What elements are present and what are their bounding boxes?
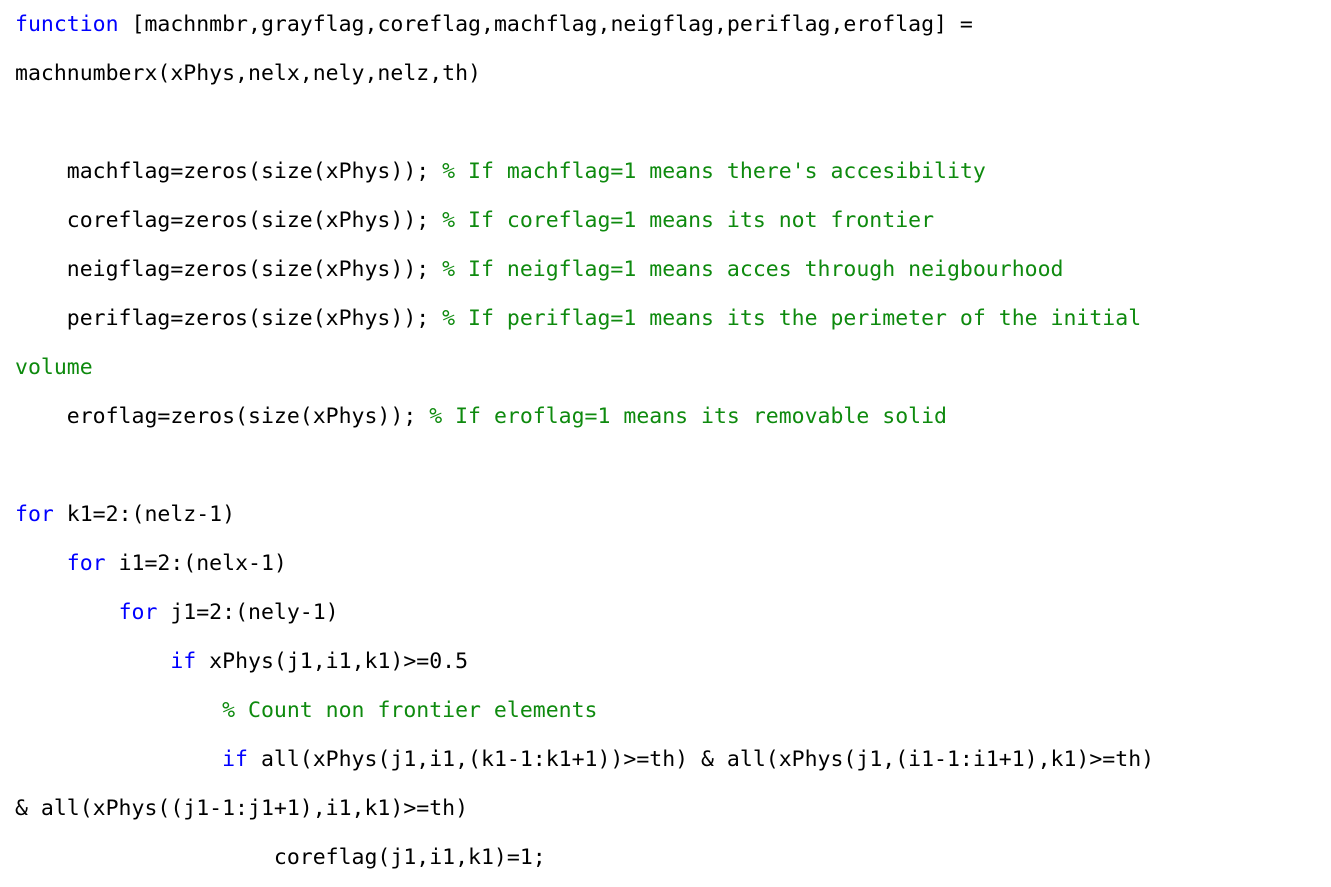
code-line: if all(xPhys(j1,i1,(k1-1:k1+1))>=th) & a… [0,735,1331,784]
code-line: function [machnmbr,grayflag,coreflag,mac… [0,0,1331,49]
code-token-plain: machflag=zeros(size(xPhys)); [15,159,443,184]
code-token-plain: xPhys(j1,i1,k1)>=0.5 [196,649,469,674]
code-line: neigflag=zeros(size(xPhys)); % If neigfl… [0,245,1331,294]
code-token-keyword: function [15,12,119,37]
code-token-comment: % If neigflag=1 means acces through neig… [442,257,1064,282]
code-token-plain: machnumberx(xPhys,nelx,nely,nelz,th) [15,61,481,86]
code-line: volume [0,343,1331,392]
code-token-comment: % If eroflag=1 means its removable solid [429,404,947,429]
code-token-plain: [machnmbr,grayflag,coreflag,machflag,nei… [118,12,973,37]
code-token-plain: all(xPhys(j1,i1,(k1-1:k1+1))>=th) & all(… [248,747,1155,772]
code-line: % Count non frontier elements [0,686,1331,735]
code-token-keyword: if [170,649,197,674]
code-token-comment: % Count non frontier elements [222,698,598,723]
code-line [0,441,1331,490]
code-token-plain: neigflag=zeros(size(xPhys)); [15,257,443,282]
code-line: periflag=zeros(size(xPhys)); % If perifl… [0,294,1331,343]
code-listing[interactable]: function [machnmbr,grayflag,coreflag,mac… [0,0,1331,887]
code-token-plain: coreflag(j1,i1,k1)=1; [15,845,546,870]
code-token-plain: coreflag=zeros(size(xPhys)); [15,208,443,233]
code-line: coreflag=zeros(size(xPhys)); % If corefl… [0,196,1331,245]
code-token-comment: volume [15,355,93,380]
code-line: eroflag=zeros(size(xPhys)); % If eroflag… [0,392,1331,441]
code-line: for k1=2:(nelz-1) [0,490,1331,539]
code-token-keyword: for [118,600,158,625]
code-line: for j1=2:(nely-1) [0,588,1331,637]
code-line: machnumberx(xPhys,nelx,nely,nelz,th) [0,49,1331,98]
code-token-plain: j1=2:(nely-1) [157,600,339,625]
code-line: for i1=2:(nelx-1) [0,539,1331,588]
code-line: & all(xPhys((j1-1:j1+1),i1,k1)>=th) [0,784,1331,833]
code-token-comment: % If machflag=1 means there's accesibili… [442,159,986,184]
code-line [0,98,1331,147]
code-line: coreflag(j1,i1,k1)=1; [0,833,1331,882]
code-token-comment: % If coreflag=1 means its not frontier [442,208,935,233]
code-token-plain: & all(xPhys((j1-1:j1+1),i1,k1)>=th) [15,796,469,821]
code-token-plain: k1=2:(nelz-1) [53,502,236,527]
code-token-plain: i1=2:(nelx-1) [105,551,287,576]
code-token-keyword: for [66,551,106,576]
code-token-keyword: if [222,747,248,772]
code-token-comment: % If periflag=1 means its the perimeter … [442,306,1142,331]
code-line: machflag=zeros(size(xPhys)); % If machfl… [0,147,1331,196]
code-line: if xPhys(j1,i1,k1)>=0.5 [0,637,1331,686]
code-token-plain: periflag=zeros(size(xPhys)); [15,306,443,331]
code-token-plain: eroflag=zeros(size(xPhys)); [15,404,430,429]
code-token-keyword: for [15,502,54,527]
